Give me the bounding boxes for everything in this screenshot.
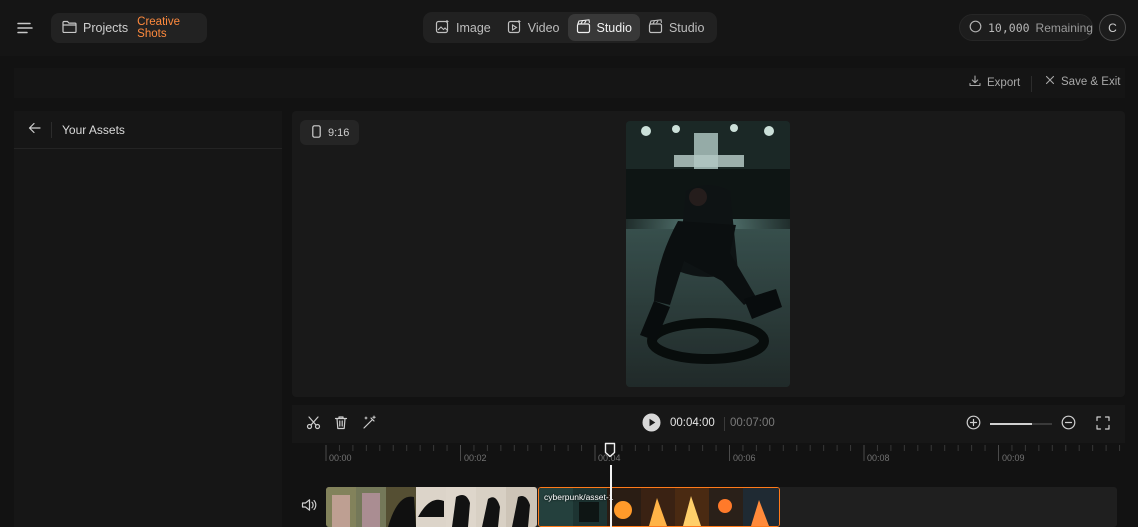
trash-icon <box>334 415 348 433</box>
play-button[interactable] <box>641 413 661 435</box>
ruler-ticks <box>325 445 1121 461</box>
clapperboard-icon <box>576 18 591 37</box>
time-divider <box>724 417 725 431</box>
top-bar: Projects Creative Shots Image Video Stud… <box>0 0 1138 56</box>
action-divider <box>1031 76 1032 92</box>
aspect-ratio-button[interactable]: 9:16 <box>300 120 360 145</box>
tab-studio-2[interactable]: Studio <box>640 14 712 41</box>
zoom-slider[interactable] <box>990 423 1052 425</box>
ruler-label: 00:09 <box>1002 453 1025 463</box>
project-name: Creative Shots <box>137 16 180 40</box>
avatar[interactable]: C <box>1099 14 1126 41</box>
export-label: Export <box>987 76 1021 89</box>
video-preview: 9:16 <box>292 111 1125 397</box>
zoom-out-button[interactable] <box>1058 414 1078 434</box>
menu-icon[interactable] <box>14 17 36 39</box>
credits-count: 10,000 <box>988 20 1030 35</box>
total-time: 00:07:00 <box>730 417 775 429</box>
volume-button[interactable] <box>301 498 319 516</box>
credits-badge[interactable]: 10,000 Remaining <box>959 14 1093 41</box>
aspect-ratio-label: 9:16 <box>328 126 350 139</box>
current-time: 00:04:00 <box>670 417 715 429</box>
action-bar: Export Save & Exit <box>14 68 1125 98</box>
assets-panel-title: Your Assets <box>62 122 125 137</box>
timeline-track-area: cyberpunk/asset-1 <box>292 465 1125 527</box>
fullscreen-button[interactable] <box>1093 414 1113 434</box>
export-button[interactable]: Export <box>969 75 1020 90</box>
video-clip[interactable] <box>326 487 537 527</box>
save-exit-button[interactable]: Save & Exit <box>1045 75 1120 88</box>
volume-icon <box>301 499 317 515</box>
split-button[interactable] <box>303 414 323 434</box>
back-arrow-icon[interactable] <box>28 122 41 137</box>
play-icon <box>642 413 661 435</box>
ruler-label: 00:00 <box>329 453 352 463</box>
phone-icon <box>312 124 321 141</box>
mode-switcher: Image Video Studio Studio <box>423 12 717 43</box>
clip-label: cyberpunk/asset-1 <box>544 492 614 502</box>
preview-frame <box>626 121 790 387</box>
projects-button[interactable]: Projects Creative Shots <box>51 13 207 43</box>
playhead-handle[interactable] <box>604 442 616 458</box>
tab-studio-2-label: Studio <box>668 20 705 35</box>
tab-studio[interactable]: Studio <box>567 14 640 41</box>
save-exit-label: Save & Exit <box>1061 75 1121 88</box>
credits-coin-icon <box>969 20 982 36</box>
tab-video-label: Video <box>527 20 560 35</box>
zoom-in-icon <box>966 415 981 433</box>
zoom-in-button[interactable] <box>963 414 983 434</box>
assets-panel-header: Your Assets <box>14 111 282 149</box>
assets-panel: Your Assets <box>14 111 282 527</box>
timeline-controls: 00:04:00 00:07:00 <box>292 405 1125 443</box>
folder-icon <box>62 20 77 36</box>
tab-image-label: Image <box>456 20 491 35</box>
ruler-label: 00:02 <box>464 453 487 463</box>
tab-image[interactable]: Image <box>427 14 499 41</box>
scissors-icon <box>306 415 321 433</box>
tab-studio-label: Studio <box>596 20 632 35</box>
video-sparkle-icon <box>507 19 522 37</box>
projects-label: Projects <box>83 21 129 35</box>
credits-label: Remaining <box>1035 20 1093 35</box>
timeline-ruler[interactable]: 00:00 00:02 00:04 00:06 00:08 00:09 <box>292 443 1125 465</box>
ruler-label: 00:06 <box>733 453 756 463</box>
tab-video[interactable]: Video <box>499 14 568 41</box>
clapperboard-icon <box>648 18 663 37</box>
close-icon <box>1045 75 1055 88</box>
playhead-line <box>610 465 612 527</box>
image-sparkle-icon <box>435 19 450 37</box>
magic-wand-icon <box>362 415 377 433</box>
ruler-label: 00:08 <box>867 453 890 463</box>
fullscreen-icon <box>1096 415 1110 433</box>
download-icon <box>969 75 981 90</box>
magic-edit-button[interactable] <box>359 414 379 434</box>
zoom-out-icon <box>1061 415 1076 433</box>
zoom-slider-fill <box>990 423 1033 425</box>
delete-button[interactable] <box>331 414 351 434</box>
assets-header-divider <box>51 121 52 138</box>
video-clip-selected[interactable]: cyberpunk/asset-1 <box>538 487 780 527</box>
